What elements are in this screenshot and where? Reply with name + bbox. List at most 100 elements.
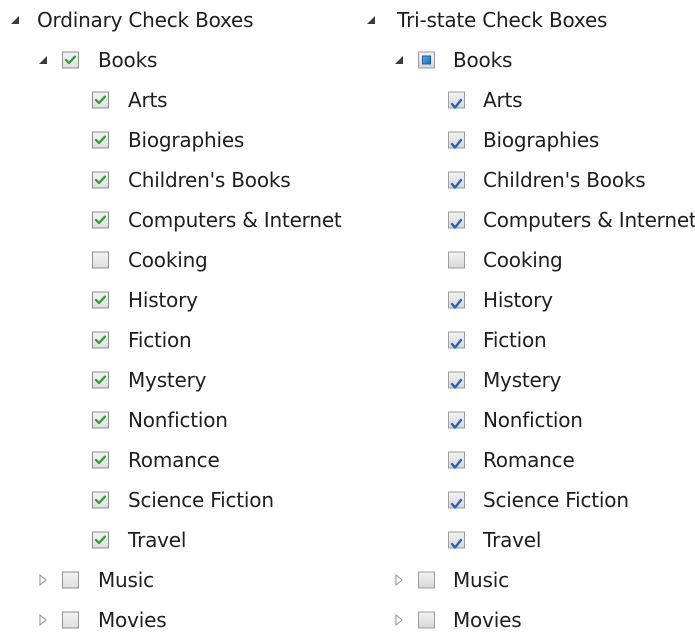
tree-item-label: Arts <box>128 88 168 112</box>
tree-item-books[interactable]: Books <box>355 40 695 80</box>
checkbox[interactable] <box>448 291 465 309</box>
tree-item-child[interactable]: Mystery <box>355 360 695 400</box>
tree-item-label: Computers & Internet <box>128 208 342 232</box>
tree-item-label: Biographies <box>483 128 600 152</box>
tree-item-child[interactable]: Computers & Internet <box>0 200 345 240</box>
checkbox[interactable] <box>418 611 435 629</box>
tree-item-child[interactable]: Fiction <box>0 320 345 360</box>
tree-item-label: Romance <box>128 448 220 472</box>
tree-item-child[interactable]: Romance <box>355 440 695 480</box>
checkbox[interactable] <box>92 531 109 549</box>
tree-item-child[interactable]: Cooking <box>355 240 695 280</box>
checkbox[interactable] <box>448 451 465 469</box>
tree-item-child[interactable]: Nonfiction <box>355 400 695 440</box>
collapsed-triangle-icon[interactable] <box>36 573 50 587</box>
tree-item-label: Mystery <box>483 368 562 392</box>
tree-item-child[interactable]: History <box>355 280 695 320</box>
checkbox[interactable] <box>62 571 79 589</box>
checkbox[interactable] <box>92 171 109 189</box>
checkbox[interactable] <box>92 211 109 229</box>
checkbox[interactable] <box>448 411 465 429</box>
collapsed-triangle-icon[interactable] <box>392 573 406 587</box>
expanded-triangle-icon[interactable] <box>8 13 22 27</box>
tree-root-ordinary[interactable]: Ordinary Check Boxes <box>0 0 345 40</box>
checkbox[interactable] <box>92 331 109 349</box>
tree-item-child[interactable]: Fiction <box>355 320 695 360</box>
tree-item-child[interactable]: Cooking <box>0 240 345 280</box>
tree-item-label: Fiction <box>128 328 192 352</box>
tree-item-label: Computers & Internet <box>483 208 695 232</box>
tree-item-label: Books <box>453 48 513 72</box>
checkbox[interactable] <box>418 571 435 589</box>
tree-item-movies[interactable]: Movies <box>0 600 345 640</box>
tree-item-music[interactable]: Music <box>0 560 345 600</box>
tree-item-child[interactable]: Science Fiction <box>355 480 695 520</box>
tree-item-child[interactable]: Nonfiction <box>0 400 345 440</box>
tree-item-child[interactable]: Biographies <box>355 120 695 160</box>
tree-item-label: Science Fiction <box>128 488 274 512</box>
tree-item-child[interactable]: Children's Books <box>355 160 695 200</box>
checkbox[interactable] <box>448 211 465 229</box>
tree-item-books[interactable]: Books <box>0 40 345 80</box>
checkbox[interactable] <box>448 491 465 509</box>
tree-item-label: Movies <box>98 608 167 632</box>
checkbox[interactable] <box>448 331 465 349</box>
checkbox[interactable] <box>62 611 79 629</box>
indeterminate-square-icon <box>422 55 431 65</box>
collapsed-triangle-icon[interactable] <box>36 613 50 627</box>
tree-item-movies[interactable]: Movies <box>355 600 695 640</box>
checkbox[interactable] <box>448 531 465 549</box>
checkbox[interactable] <box>92 91 109 109</box>
checkmark-icon <box>449 333 464 357</box>
checkbox[interactable] <box>92 251 109 269</box>
checkbox[interactable] <box>62 51 79 69</box>
checkbox[interactable] <box>92 451 109 469</box>
tree-item-label: Books <box>98 48 158 72</box>
tree-item-child[interactable]: Children's Books <box>0 160 345 200</box>
checkmark-icon <box>449 453 464 477</box>
tree-item-child[interactable]: Science Fiction <box>0 480 345 520</box>
checkbox[interactable] <box>92 371 109 389</box>
tree-item-label: Biographies <box>128 128 245 152</box>
checkbox[interactable] <box>418 51 435 69</box>
checkmark-icon <box>449 373 464 397</box>
checkmark-icon <box>449 533 464 557</box>
checkbox[interactable] <box>92 411 109 429</box>
tree-item-label: Movies <box>453 608 522 632</box>
tree-item-label: Travel <box>483 528 542 552</box>
collapsed-triangle-icon[interactable] <box>392 613 406 627</box>
checkbox[interactable] <box>448 251 465 269</box>
checkmark-icon <box>449 213 464 237</box>
checkmark-icon <box>449 293 464 317</box>
tree-item-child[interactable]: Romance <box>0 440 345 480</box>
tree-item-music[interactable]: Music <box>355 560 695 600</box>
checkbox[interactable] <box>448 131 465 149</box>
expanded-triangle-icon[interactable] <box>364 13 378 27</box>
tree-item-child[interactable]: Travel <box>0 520 345 560</box>
checkbox[interactable] <box>448 371 465 389</box>
tree-title: Ordinary Check Boxes <box>37 8 254 32</box>
tree-item-child[interactable]: Mystery <box>0 360 345 400</box>
expanded-triangle-icon[interactable] <box>392 53 406 67</box>
checkbox[interactable] <box>448 171 465 189</box>
checkbox[interactable] <box>92 491 109 509</box>
expanded-triangle-icon[interactable] <box>36 53 50 67</box>
checkbox[interactable] <box>92 131 109 149</box>
tree-item-child[interactable]: Arts <box>0 80 345 120</box>
checkmark-icon <box>449 493 464 517</box>
checkbox[interactable] <box>92 291 109 309</box>
tree-item-label: Romance <box>483 448 575 472</box>
checkbox[interactable] <box>448 91 465 109</box>
tristate-checkbox-tree: Tri-state Check Boxes Books Arts Biographi… <box>355 0 695 640</box>
tree-item-child[interactable]: Computers & Internet <box>355 200 695 240</box>
checkmark-icon <box>449 93 464 117</box>
tree-item-child[interactable]: Biographies <box>0 120 345 160</box>
tree-item-child[interactable]: Travel <box>355 520 695 560</box>
ordinary-checkbox-tree: Ordinary Check Boxes Books Arts Biographie… <box>0 0 345 640</box>
tree-item-label: Music <box>453 568 509 592</box>
tree-root-tristate[interactable]: Tri-state Check Boxes <box>355 0 695 40</box>
tree-item-label: History <box>128 288 198 312</box>
tree-item-child[interactable]: History <box>0 280 345 320</box>
tree-item-child[interactable]: Arts <box>355 80 695 120</box>
tree-item-label: Travel <box>128 528 187 552</box>
